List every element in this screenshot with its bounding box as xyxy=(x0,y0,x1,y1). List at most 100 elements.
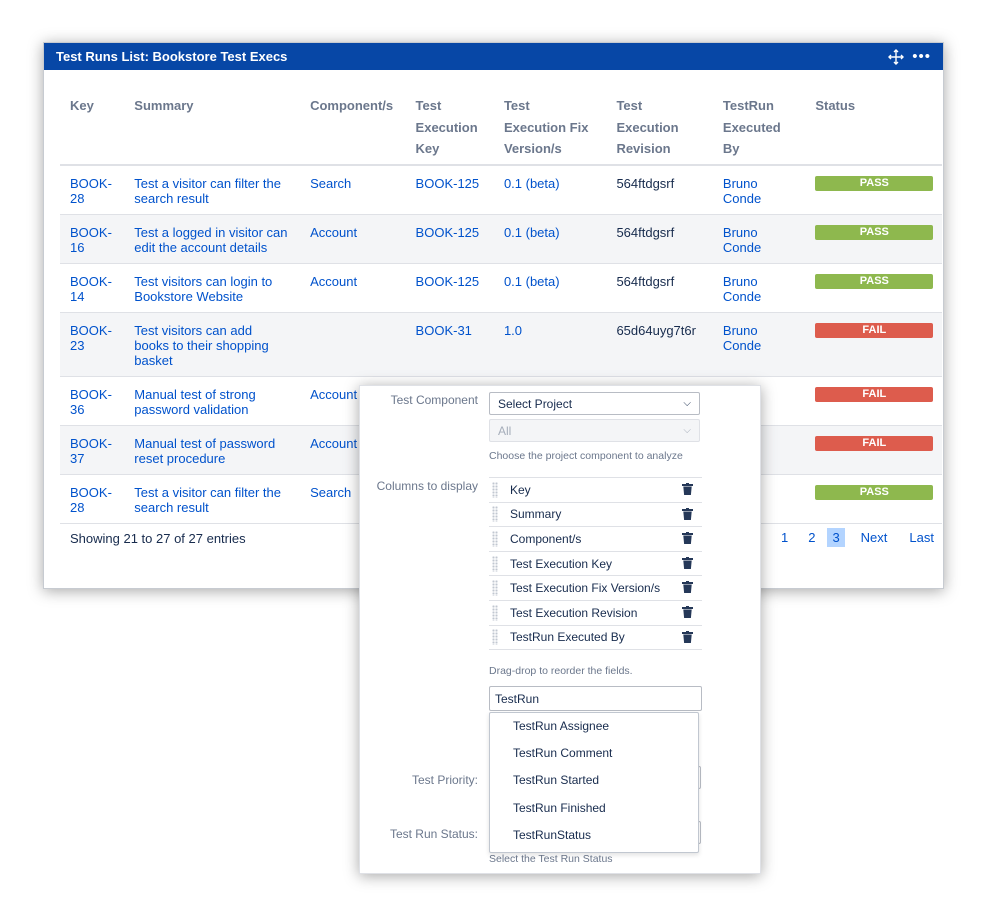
executed-by-link[interactable]: Bruno Conde xyxy=(712,164,806,215)
column-option[interactable]: TestRun Comment xyxy=(490,740,698,767)
revision-cell: 564ftdgsrf xyxy=(606,263,713,313)
issue-key-link[interactable]: BOOK- 28 xyxy=(60,164,125,215)
column-header[interactable]: Test Execution Fix Version/s xyxy=(493,87,607,166)
drag-handle-icon[interactable] xyxy=(492,580,498,597)
issue-key-link[interactable]: BOOK- 14 xyxy=(60,263,125,313)
trash-icon[interactable] xyxy=(682,605,693,618)
column-option[interactable]: TestRun Finished xyxy=(490,795,698,822)
pager-next[interactable]: Next xyxy=(857,528,892,547)
column-header[interactable]: Summary xyxy=(124,87,301,166)
config-dialog: Test Component Select Project ⌵ All ⌵ Ch… xyxy=(359,385,761,874)
test-run-status-help: Select the Test Run Status xyxy=(489,853,613,865)
column-field-label: TestRun Executed By xyxy=(510,630,625,645)
issue-key-link[interactable]: BOOK- 16 xyxy=(60,214,125,264)
pager-page-1[interactable]: 1 xyxy=(777,528,792,547)
column-field-item[interactable]: Test Execution Fix Version/s xyxy=(489,576,702,601)
fix-version-link[interactable]: 0.1 (beta) xyxy=(493,214,607,264)
column-header[interactable]: Test Execution Key xyxy=(405,87,494,166)
trash-icon[interactable] xyxy=(682,483,693,495)
execution-key-link[interactable]: BOOK-125 xyxy=(405,214,494,264)
test-component-label: Test Component xyxy=(390,393,478,407)
table-row: BOOK- 28 Test a visitor can filter the sear… xyxy=(60,164,942,215)
issue-key-link[interactable]: BOOK- 37 xyxy=(60,425,125,475)
column-header[interactable]: Key xyxy=(60,87,125,166)
table-header-row: Key Summary Component/s Test Execution Key Tes… xyxy=(60,87,942,166)
column-option[interactable]: TestRun Assignee xyxy=(490,713,698,740)
column-field-item[interactable]: Test Execution Revision xyxy=(489,601,702,626)
columns-help: Drag-drop to reorder the fields. xyxy=(489,665,633,677)
summary-link[interactable]: Test visitors can login to Bookstore Webs… xyxy=(124,263,301,313)
status-badge: PASS xyxy=(815,224,934,240)
column-header[interactable]: Component/s xyxy=(300,87,406,166)
columns-list: Key Summary Component/s Test Execution Key T… xyxy=(489,477,702,651)
revision-cell: 65d64uyg7t6r xyxy=(606,312,713,377)
drag-handle-icon[interactable] xyxy=(492,481,498,498)
summary-link[interactable]: Test a logged in visitor can edit the acc… xyxy=(124,214,301,264)
issue-key-link[interactable]: BOOK- 36 xyxy=(60,376,125,426)
column-field-item[interactable]: Test Execution Key xyxy=(489,552,702,577)
status-cell: PASS xyxy=(805,164,942,215)
trash-icon[interactable] xyxy=(682,556,693,569)
summary-link[interactable]: Test a visitor can filter the search resu… xyxy=(124,474,301,524)
revision-cell: 564ftdgsrf xyxy=(606,164,713,215)
status-badge: PASS xyxy=(815,484,934,500)
summary-link[interactable]: Manual test of strong password validation xyxy=(124,376,301,426)
executed-by-link[interactable]: Bruno Conde xyxy=(712,214,806,264)
summary-link[interactable]: Test a visitor can filter the search resu… xyxy=(124,164,301,215)
column-header[interactable]: Test Execution Revision xyxy=(606,87,713,166)
trash-icon[interactable] xyxy=(682,581,693,594)
execution-key-link[interactable]: BOOK-125 xyxy=(405,164,494,215)
drag-handle-icon[interactable] xyxy=(492,530,498,547)
test-priority-label: Test Priority: xyxy=(411,773,478,787)
fix-version-link[interactable]: 1.0 xyxy=(493,312,607,377)
trash-icon[interactable] xyxy=(682,630,693,643)
entries-info: Showing 21 to 27 of 27 entries xyxy=(70,531,246,546)
column-header[interactable]: Status xyxy=(805,87,942,166)
drag-handle-icon[interactable] xyxy=(492,604,498,621)
test-run-status-label: Test Run Status: xyxy=(389,827,478,841)
summary-link[interactable]: Test visitors can add books to their shop… xyxy=(124,312,301,377)
column-option[interactable]: TestRunStatus xyxy=(490,822,698,849)
pager-last[interactable]: Last xyxy=(905,528,938,547)
status-cell: FAIL xyxy=(805,425,942,475)
drag-handle-icon[interactable] xyxy=(492,506,498,523)
column-option[interactable]: TestRun Started xyxy=(490,767,698,794)
trash-icon[interactable] xyxy=(682,507,693,520)
component-link[interactable]: Account xyxy=(300,263,406,313)
component-link[interactable]: Search xyxy=(300,164,406,215)
fix-version-link[interactable]: 0.1 (beta) xyxy=(493,263,607,313)
column-header[interactable]: TestRun Executed By xyxy=(712,87,806,166)
component-link[interactable] xyxy=(300,312,406,377)
pager-page-2[interactable]: 2 xyxy=(804,528,819,547)
column-field-item[interactable]: TestRun Executed By xyxy=(489,626,702,651)
component-link[interactable]: Account xyxy=(300,214,406,264)
fix-version-link[interactable]: 0.1 (beta) xyxy=(493,164,607,215)
revision-cell: 564ftdgsrf xyxy=(606,214,713,264)
executed-by-link[interactable]: Bruno Conde xyxy=(712,312,806,377)
more-options-icon[interactable]: ••• xyxy=(912,49,931,64)
column-field-item[interactable]: Component/s xyxy=(489,527,702,552)
drag-handle-icon[interactable] xyxy=(492,555,498,572)
pager-page-3[interactable]: 3 xyxy=(827,528,845,547)
status-cell: FAIL xyxy=(805,312,942,377)
column-field-item[interactable]: Key xyxy=(489,477,702,503)
status-badge: PASS xyxy=(815,175,934,191)
column-field-label: Test Execution Fix Version/s xyxy=(510,581,661,596)
column-field-item[interactable]: Summary xyxy=(489,503,702,528)
component-select: All ⌵ xyxy=(489,419,700,442)
trash-icon[interactable] xyxy=(682,532,693,545)
chevron-down-icon: ⌵ xyxy=(683,425,691,436)
status-cell: FAIL xyxy=(805,376,942,426)
column-options-dropdown: TestRun Assignee TestRun Comment TestRun S… xyxy=(489,712,699,853)
move-icon[interactable] xyxy=(888,48,905,65)
issue-key-link[interactable]: BOOK- 23 xyxy=(60,312,125,377)
drag-handle-icon[interactable] xyxy=(492,629,498,646)
execution-key-link[interactable]: BOOK-125 xyxy=(405,263,494,313)
execution-key-link[interactable]: BOOK-31 xyxy=(405,312,494,377)
project-select[interactable]: Select Project ⌵ xyxy=(489,392,700,415)
summary-link[interactable]: Manual test of password reset procedure xyxy=(124,425,301,475)
executed-by-link[interactable]: Bruno Conde xyxy=(712,263,806,313)
column-search-input[interactable] xyxy=(489,686,702,711)
column-field-label: Summary xyxy=(510,507,562,522)
issue-key-link[interactable]: BOOK- 28 xyxy=(60,474,125,524)
